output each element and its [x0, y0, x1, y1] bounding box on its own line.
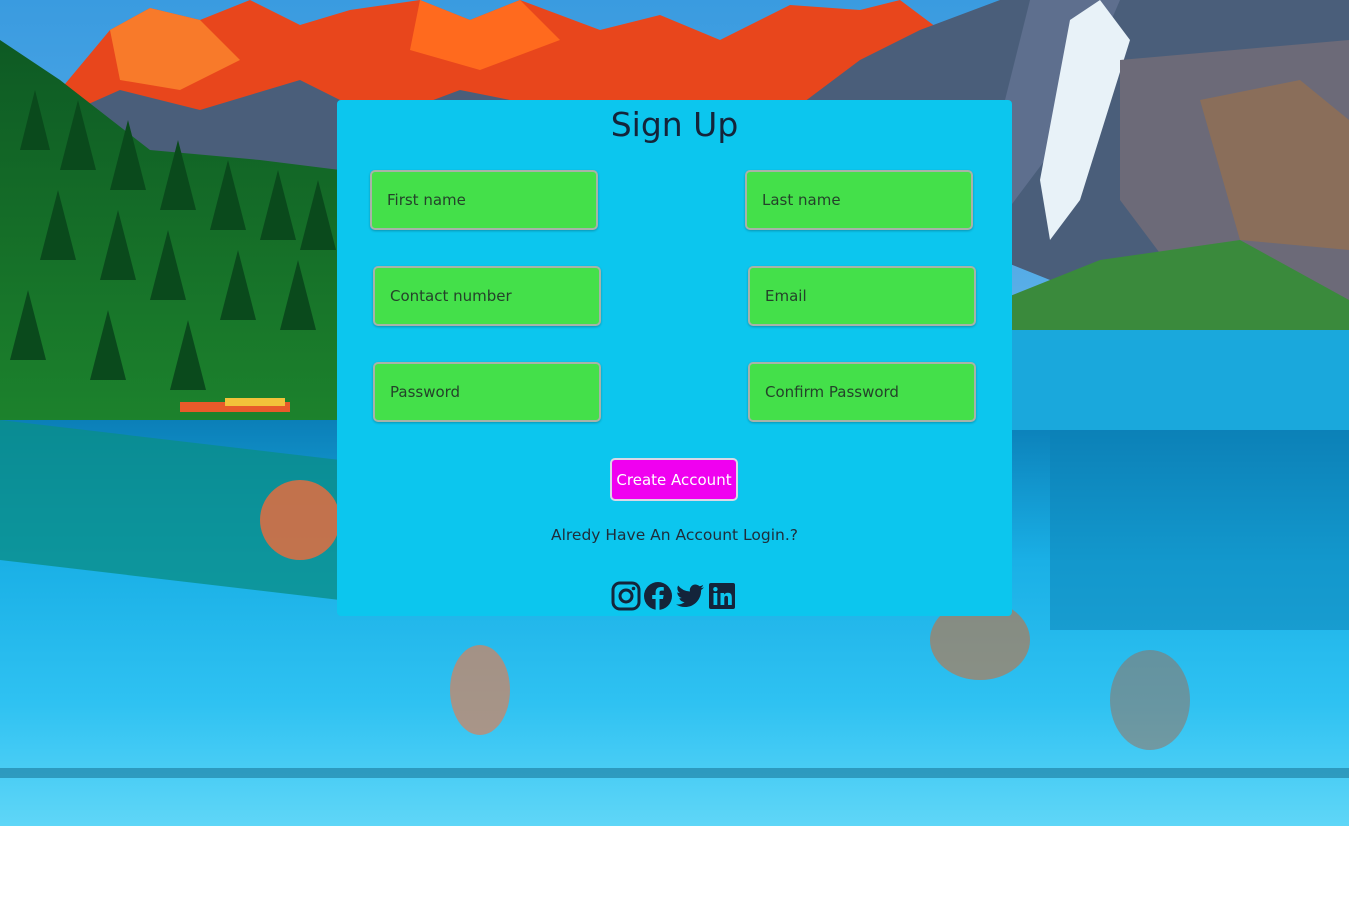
create-account-button[interactable]: Create Account — [610, 458, 738, 501]
linkedin-icon[interactable] — [706, 580, 738, 612]
confirm-password-input[interactable] — [748, 362, 976, 422]
first-name-input[interactable] — [370, 170, 598, 230]
login-link[interactable]: Alredy Have An Account Login.? — [0, 524, 1349, 546]
last-name-input[interactable] — [745, 170, 973, 230]
facebook-icon[interactable] — [642, 580, 674, 612]
password-input[interactable] — [373, 362, 601, 422]
page-title: Sign Up — [610, 105, 739, 144]
email-input[interactable] — [748, 266, 976, 326]
contact-number-input[interactable] — [373, 266, 601, 326]
instagram-icon[interactable] — [610, 580, 642, 612]
twitter-icon[interactable] — [674, 580, 706, 612]
